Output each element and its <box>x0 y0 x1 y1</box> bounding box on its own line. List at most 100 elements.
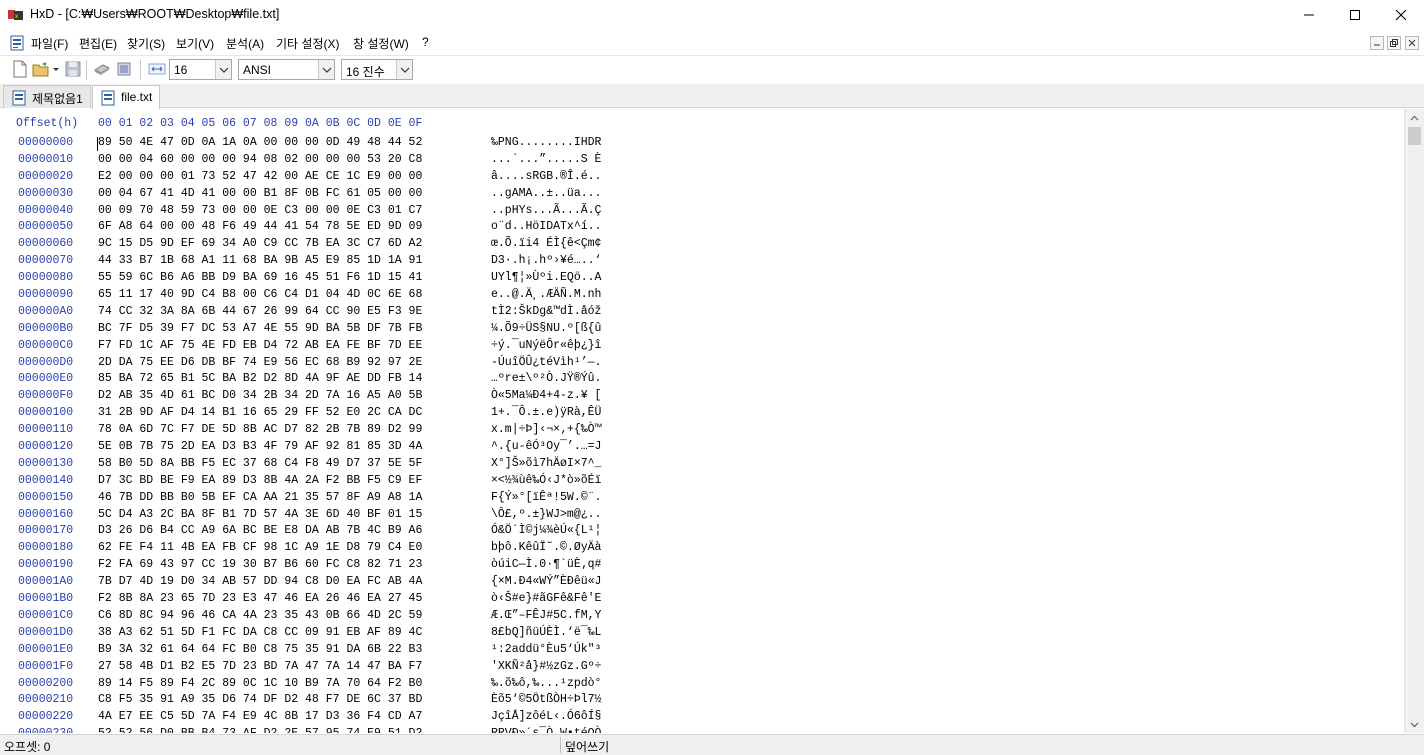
row-hex-bytes[interactable]: 5E 0B 7B 75 2D EA D3 B3 4F 79 AF 92 81 8… <box>98 440 422 453</box>
menu-file[interactable]: 파일(F) <box>31 35 68 52</box>
row-hex-bytes[interactable]: 44 33 B7 1B 68 A1 11 68 BA 9B A5 E9 85 1… <box>98 254 422 267</box>
scroll-up-button[interactable] <box>1405 109 1424 126</box>
row-ascii-text[interactable]: UYl¶¦»Ùºi.EQö..A <box>491 271 601 284</box>
row-ascii-text[interactable]: …ºre±\º²Ò.JŸ®Ýû. <box>491 372 601 385</box>
close-button[interactable] <box>1378 0 1424 30</box>
document-icon[interactable] <box>10 35 24 51</box>
mdi-close-button[interactable] <box>1405 36 1419 50</box>
row-hex-bytes[interactable]: 38 A3 62 51 5D F1 FC DA C8 CC 09 91 EB A… <box>98 626 422 639</box>
row-hex-bytes[interactable]: 89 50 4E 47 0D 0A 1A 0A 00 00 00 0D 49 4… <box>98 136 422 149</box>
row-hex-bytes[interactable]: C6 8D 8C 94 96 46 CA 4A 23 35 43 0B 66 4… <box>98 609 422 622</box>
status-edit-mode[interactable]: 덮어쓰기 <box>565 738 609 755</box>
row-hex-bytes[interactable]: 00 00 04 60 00 00 00 94 08 02 00 00 00 5… <box>98 153 422 166</box>
tab-untitled1[interactable]: 제목없음1 <box>3 85 91 108</box>
row-hex-bytes[interactable]: 65 11 17 40 9D C4 B8 00 C6 C4 D1 04 4D 0… <box>98 288 422 301</box>
menu-help[interactable]: ? <box>422 35 429 49</box>
row-hex-bytes[interactable]: 31 2B 9D AF D4 14 B1 16 65 29 FF 52 E0 2… <box>98 406 422 419</box>
scroll-thumb[interactable] <box>1408 127 1421 145</box>
row-hex-bytes[interactable]: D2 AB 35 4D 61 BC D0 34 2B 34 2D 7A 16 A… <box>98 389 422 402</box>
row-ascii-text[interactable]: D3·.h¡.hº›¥é…..‘ <box>491 254 601 267</box>
menu-edit[interactable]: 편집(E) <box>79 35 117 52</box>
row-hex-bytes[interactable]: 6F A8 64 00 00 48 F6 49 44 41 54 78 5E E… <box>98 220 422 233</box>
menu-extras[interactable]: 기타 설정(X) <box>276 35 340 52</box>
dropdown-button[interactable] <box>215 60 231 79</box>
scroll-down-button[interactable] <box>1405 716 1424 733</box>
offset-base-select[interactable]: 16 진수 <box>341 59 413 80</box>
row-ascii-text[interactable]: JçîÅ]zôéL‹.Ó6ôÍ§ <box>491 710 601 723</box>
row-hex-bytes[interactable]: 58 B0 5D 8A BB F5 EC 37 68 C4 F8 49 D7 3… <box>98 457 422 470</box>
row-hex-bytes[interactable]: F2 8B 8A 23 65 7D 23 E3 47 46 EA 26 46 E… <box>98 592 422 605</box>
mdi-restore-button[interactable] <box>1387 36 1401 50</box>
row-hex-bytes[interactable]: 62 FE F4 11 4B EA FB CF 98 1C A9 1E D8 7… <box>98 541 422 554</box>
row-ascii-text[interactable]: x.m|÷Þ]‹¬×‚+{‰Ò™ <box>491 423 601 436</box>
row-ascii-text[interactable]: ..pHYs...Ã...Ã.Ç <box>491 204 601 217</box>
row-hex-bytes[interactable]: 4A E7 EE C5 5D 7A F4 E9 4C 8B 17 D3 36 F… <box>98 710 422 723</box>
row-hex-bytes[interactable]: 46 7B DD BB B0 5B EF CA AA 21 35 57 8F A… <box>98 491 422 504</box>
row-ascii-text[interactable]: ¹:2addü°Èu5‘Úk"³ <box>491 643 601 656</box>
row-ascii-text[interactable]: 'XKÑ²å}#½zGz.Gº÷ <box>491 660 601 673</box>
maximize-button[interactable] <box>1332 0 1378 30</box>
row-ascii-text[interactable]: ò‹Š#e}#ãGFê&Fê'E <box>491 592 601 605</box>
row-hex-bytes[interactable]: 27 58 4B D1 B2 E5 7D 23 BD 7A 47 7A 14 4… <box>98 660 422 673</box>
row-ascii-text[interactable]: \Ô£,º.±}WJ>m@¿.. <box>491 508 601 521</box>
row-ascii-text[interactable]: RRVÐ»´s¯Ò.W•téQÒ <box>491 727 601 733</box>
row-hex-bytes[interactable]: 78 0A 6D 7C F7 DE 5D 8B AC D7 82 2B 7B 8… <box>98 423 422 436</box>
dropdown-button[interactable] <box>318 60 334 79</box>
row-hex-bytes[interactable]: D7 3C BD BE F9 EA 89 D3 8B 4A 2A F2 BB F… <box>98 474 422 487</box>
row-ascii-text[interactable]: ×<½¾ùê‰Ó‹J*ò»õÉï <box>491 474 601 487</box>
row-hex-bytes[interactable]: 00 09 70 48 59 73 00 00 0E C3 00 00 0E C… <box>98 204 422 217</box>
open-folder-icon[interactable] <box>32 60 50 78</box>
row-ascii-text[interactable]: Æ.Œ”–FÊJ#5C.fM,Y <box>491 609 601 622</box>
charset-select[interactable]: ANSI <box>238 59 335 80</box>
menu-search[interactable]: 찾기(S) <box>127 35 165 52</box>
row-ascii-text[interactable]: bþô.KêûÏ˜.©.ØyÄà <box>491 541 601 554</box>
row-ascii-text[interactable]: òúiC—Ì.0·¶`üÈ‚q# <box>491 558 601 571</box>
row-hex-bytes[interactable]: 74 CC 32 3A 8A 6B 44 67 26 99 64 CC 90 E… <box>98 305 422 318</box>
row-ascii-text[interactable]: -ÚuîÖÛ¿téVìh¹’—. <box>491 356 601 369</box>
menu-view[interactable]: 보기(V) <box>176 35 214 52</box>
new-file-icon[interactable] <box>11 60 29 78</box>
minimize-button[interactable] <box>1286 0 1332 30</box>
row-hex-bytes[interactable]: 5C D4 A3 2C BA 8F B1 7D 57 4A 3E 6D 40 B… <box>98 508 422 521</box>
chevron-down-icon[interactable] <box>51 60 61 78</box>
row-ascii-text[interactable]: Èõ5‘©5ÖtßÒH÷Þl7½ <box>491 693 601 706</box>
row-hex-bytes[interactable]: 55 59 6C B6 A6 BB D9 BA 69 16 45 51 F6 1… <box>98 271 422 284</box>
row-ascii-text[interactable]: ...`...”.....S È <box>491 153 601 166</box>
dropdown-button[interactable] <box>396 60 412 79</box>
row-ascii-text[interactable]: 1+.¯Ô.±.e)ÿRà,ÊÜ <box>491 406 601 419</box>
ram-editor-icon[interactable] <box>115 60 133 78</box>
row-ascii-text[interactable]: Ó&Ö´Ì©j¼¾èÚ«{L¹¦ <box>491 524 601 537</box>
row-ascii-text[interactable]: e..@.Ä¸.ÆÄÑ.M.nh <box>491 288 601 301</box>
row-ascii-text[interactable]: {×M.Ð4«WÝ”ÈÐêü«J <box>491 575 601 588</box>
row-ascii-text[interactable]: o¨d..HöIDATx^í.. <box>491 220 601 233</box>
row-hex-bytes[interactable]: D3 26 D6 B4 CC A9 6A BC BE E8 DA AB 7B 4… <box>98 524 422 537</box>
row-ascii-text[interactable]: 8£bQ]ñüÚÈÌ.‘ë¯‰L <box>491 626 601 639</box>
row-hex-bytes[interactable]: F2 FA 69 43 97 CC 19 30 B7 B6 60 FC C8 8… <box>98 558 422 571</box>
row-hex-bytes[interactable]: 00 04 67 41 4D 41 00 00 B1 8F 0B FC 61 0… <box>98 187 422 200</box>
disk-editor-icon[interactable] <box>93 60 111 78</box>
bytes-per-row-select[interactable]: 16 <box>169 59 232 80</box>
row-ascii-text[interactable]: F{Ý»°[ïÊª!5W.©¨. <box>491 491 601 504</box>
row-ascii-text[interactable]: ..gAMA..±..üa... <box>491 187 601 200</box>
row-hex-bytes[interactable]: 85 BA 72 65 B1 5C BA B2 D2 8D 4A 9F AE D… <box>98 372 422 385</box>
row-ascii-text[interactable]: â....sRGB.®Î.é.. <box>491 170 601 183</box>
vertical-scrollbar[interactable] <box>1404 109 1424 733</box>
row-hex-bytes[interactable]: C8 F5 35 91 A9 35 D6 74 DF D2 48 F7 DE 6… <box>98 693 422 706</box>
row-hex-bytes[interactable]: 9C 15 D5 9D EF 69 34 A0 C9 CC 7B EA 3C C… <box>98 237 422 250</box>
row-hex-bytes[interactable]: 89 14 F5 89 F4 2C 89 0C 1C 10 B9 7A 70 6… <box>98 677 422 690</box>
row-hex-bytes[interactable]: 2D DA 75 EE D6 DB BF 74 E9 56 EC 68 B9 9… <box>98 356 422 369</box>
row-hex-bytes[interactable]: 52 52 56 D0 BB B4 73 AF D2 2E 57 95 74 E… <box>98 727 422 733</box>
row-hex-bytes[interactable]: 7B D7 4D 19 D0 34 AB 57 DD 94 C8 D0 EA F… <box>98 575 422 588</box>
row-ascii-text[interactable]: tÌ2:ŠkDg&™dÌ.åóž <box>491 305 601 318</box>
row-ascii-text[interactable]: ‰.õ‰ô,‰...¹zpdò° <box>491 677 601 690</box>
row-ascii-text[interactable]: ¼.Õ9÷ÜS§NU.º[ß{û <box>491 322 601 335</box>
save-icon[interactable] <box>64 60 82 78</box>
row-hex-bytes[interactable]: BC 7F D5 39 F7 DC 53 A7 4E 55 9D BA 5B D… <box>98 322 422 335</box>
row-ascii-text[interactable]: Ò«5Ma¼Ð4+4-z.¥ [ <box>491 389 601 402</box>
row-ascii-text[interactable]: œ.Õ.ïi4 ÉÌ{ê<Çm¢ <box>491 237 601 250</box>
row-hex-bytes[interactable]: B9 3A 32 61 64 64 FC B0 C8 75 35 91 DA 6… <box>98 643 422 656</box>
row-ascii-text[interactable]: X°]Š»õì7hÄøI×7^_ <box>491 457 601 470</box>
menu-window[interactable]: 창 설정(W) <box>353 35 409 52</box>
mdi-minimize-button[interactable] <box>1370 36 1384 50</box>
row-ascii-text[interactable]: ‰PNG........IHDR <box>491 136 601 149</box>
